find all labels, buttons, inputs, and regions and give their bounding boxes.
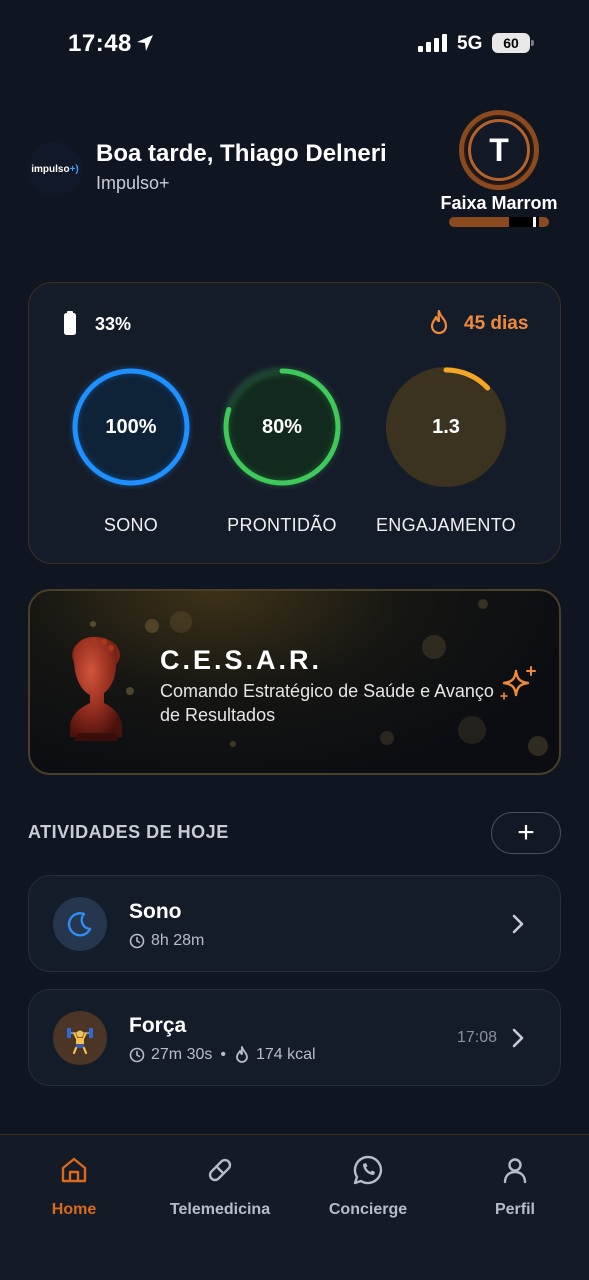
activity-duration: 8h 28m xyxy=(151,932,205,949)
belt-label: Faixa Marrom xyxy=(440,193,558,213)
tab-home[interactable]: Home xyxy=(14,1153,134,1219)
battery-vertical-icon xyxy=(64,311,76,335)
tab-concierge[interactable]: Concierge xyxy=(308,1153,428,1219)
sleep-value: 100% xyxy=(105,415,157,438)
caesar-bust-icon xyxy=(70,636,122,741)
cesar-title: C.E.S.A.R. xyxy=(160,645,323,675)
meta-separator: • xyxy=(220,1046,226,1063)
bottom-tab-bar: Home Telemedicina Concierge Perfil xyxy=(0,1134,589,1280)
activity-meta: 27m 30s • 174 kcal xyxy=(129,1046,316,1064)
battery-icon: 60 xyxy=(492,33,534,53)
readiness-label: PRONTIDÃO xyxy=(227,515,337,535)
activities-heading: ATIVIDADES DE HOJE xyxy=(28,822,229,842)
logo-text: impulso+) xyxy=(31,163,79,175)
tab-label: Perfil xyxy=(494,1201,535,1218)
cesar-subtitle: Comando Estratégico de Saúde e Avanço de… xyxy=(160,681,494,725)
flame-icon xyxy=(430,309,448,335)
streak-days: 45 dias xyxy=(464,313,529,334)
metrics-card[interactable]: 33% 45 dias 100% SONO 80% PRONTIDÃO 1.3 … xyxy=(28,282,561,564)
home-icon xyxy=(61,1157,87,1183)
signal-bars-icon xyxy=(418,34,447,52)
chevron-right-icon xyxy=(512,914,524,934)
clock-icon xyxy=(129,933,145,949)
avatar-initial: T xyxy=(468,119,530,181)
status-time: 17:48 xyxy=(68,30,132,57)
engagement-label: ENGAJAMENTO xyxy=(376,515,516,535)
activity-strength-card[interactable]: Força 27m 30s • 174 kcal 17:08 xyxy=(28,989,561,1086)
clock-icon xyxy=(129,1047,145,1063)
activity-duration: 27m 30s xyxy=(151,1046,213,1063)
chevron-right-icon xyxy=(512,1028,524,1048)
activity-meta: 8h 28m xyxy=(129,932,204,950)
battery-percentage: 33% xyxy=(95,314,132,334)
tab-label: Concierge xyxy=(328,1201,408,1218)
sparkle-icon xyxy=(500,666,536,700)
network-type: 5G xyxy=(457,33,483,54)
engagement-ring[interactable]: 1.3 xyxy=(384,365,508,489)
person-icon xyxy=(503,1158,527,1184)
activity-calories: 174 kcal xyxy=(255,1046,316,1063)
pill-icon xyxy=(208,1158,232,1182)
tab-telemedicina[interactable]: Telemedicina xyxy=(160,1153,280,1219)
status-bar: 17:48 5G 60 xyxy=(0,0,589,88)
moon-icon xyxy=(53,897,107,951)
activity-time: 17:08 xyxy=(457,1029,498,1046)
activity-name: Força xyxy=(129,1014,187,1037)
fire-icon xyxy=(236,1046,248,1063)
tab-label: Telemedicina xyxy=(169,1201,271,1218)
add-activity-button[interactable]: + xyxy=(491,812,561,854)
readiness-ring[interactable]: 80% xyxy=(220,365,344,489)
belt-rank-bar xyxy=(449,217,549,227)
readiness-value: 80% xyxy=(261,415,303,438)
sleep-ring[interactable]: 100% xyxy=(69,365,193,489)
cesar-banner[interactable]: C.E.S.A.R. Comando Estratégico de Saúde … xyxy=(28,589,561,775)
location-arrow-icon xyxy=(137,35,153,51)
whatsapp-icon xyxy=(353,1155,383,1185)
engagement-value: 1.3 xyxy=(432,415,460,438)
tab-label: Home xyxy=(51,1201,97,1218)
company-logo: impulso+) xyxy=(28,142,82,196)
battery-level: 60 xyxy=(492,33,530,53)
activity-sleep-card[interactable]: Sono 8h 28m xyxy=(28,875,561,972)
weightlifter-icon xyxy=(53,1011,107,1065)
company-name: Impulso+ xyxy=(96,173,170,193)
greeting: Boa tarde, Thiago Delneri xyxy=(96,140,387,167)
sleep-label: SONO xyxy=(103,515,159,535)
activity-name: Sono xyxy=(129,900,182,923)
avatar[interactable]: T xyxy=(459,110,539,190)
tab-perfil[interactable]: Perfil xyxy=(455,1153,575,1219)
